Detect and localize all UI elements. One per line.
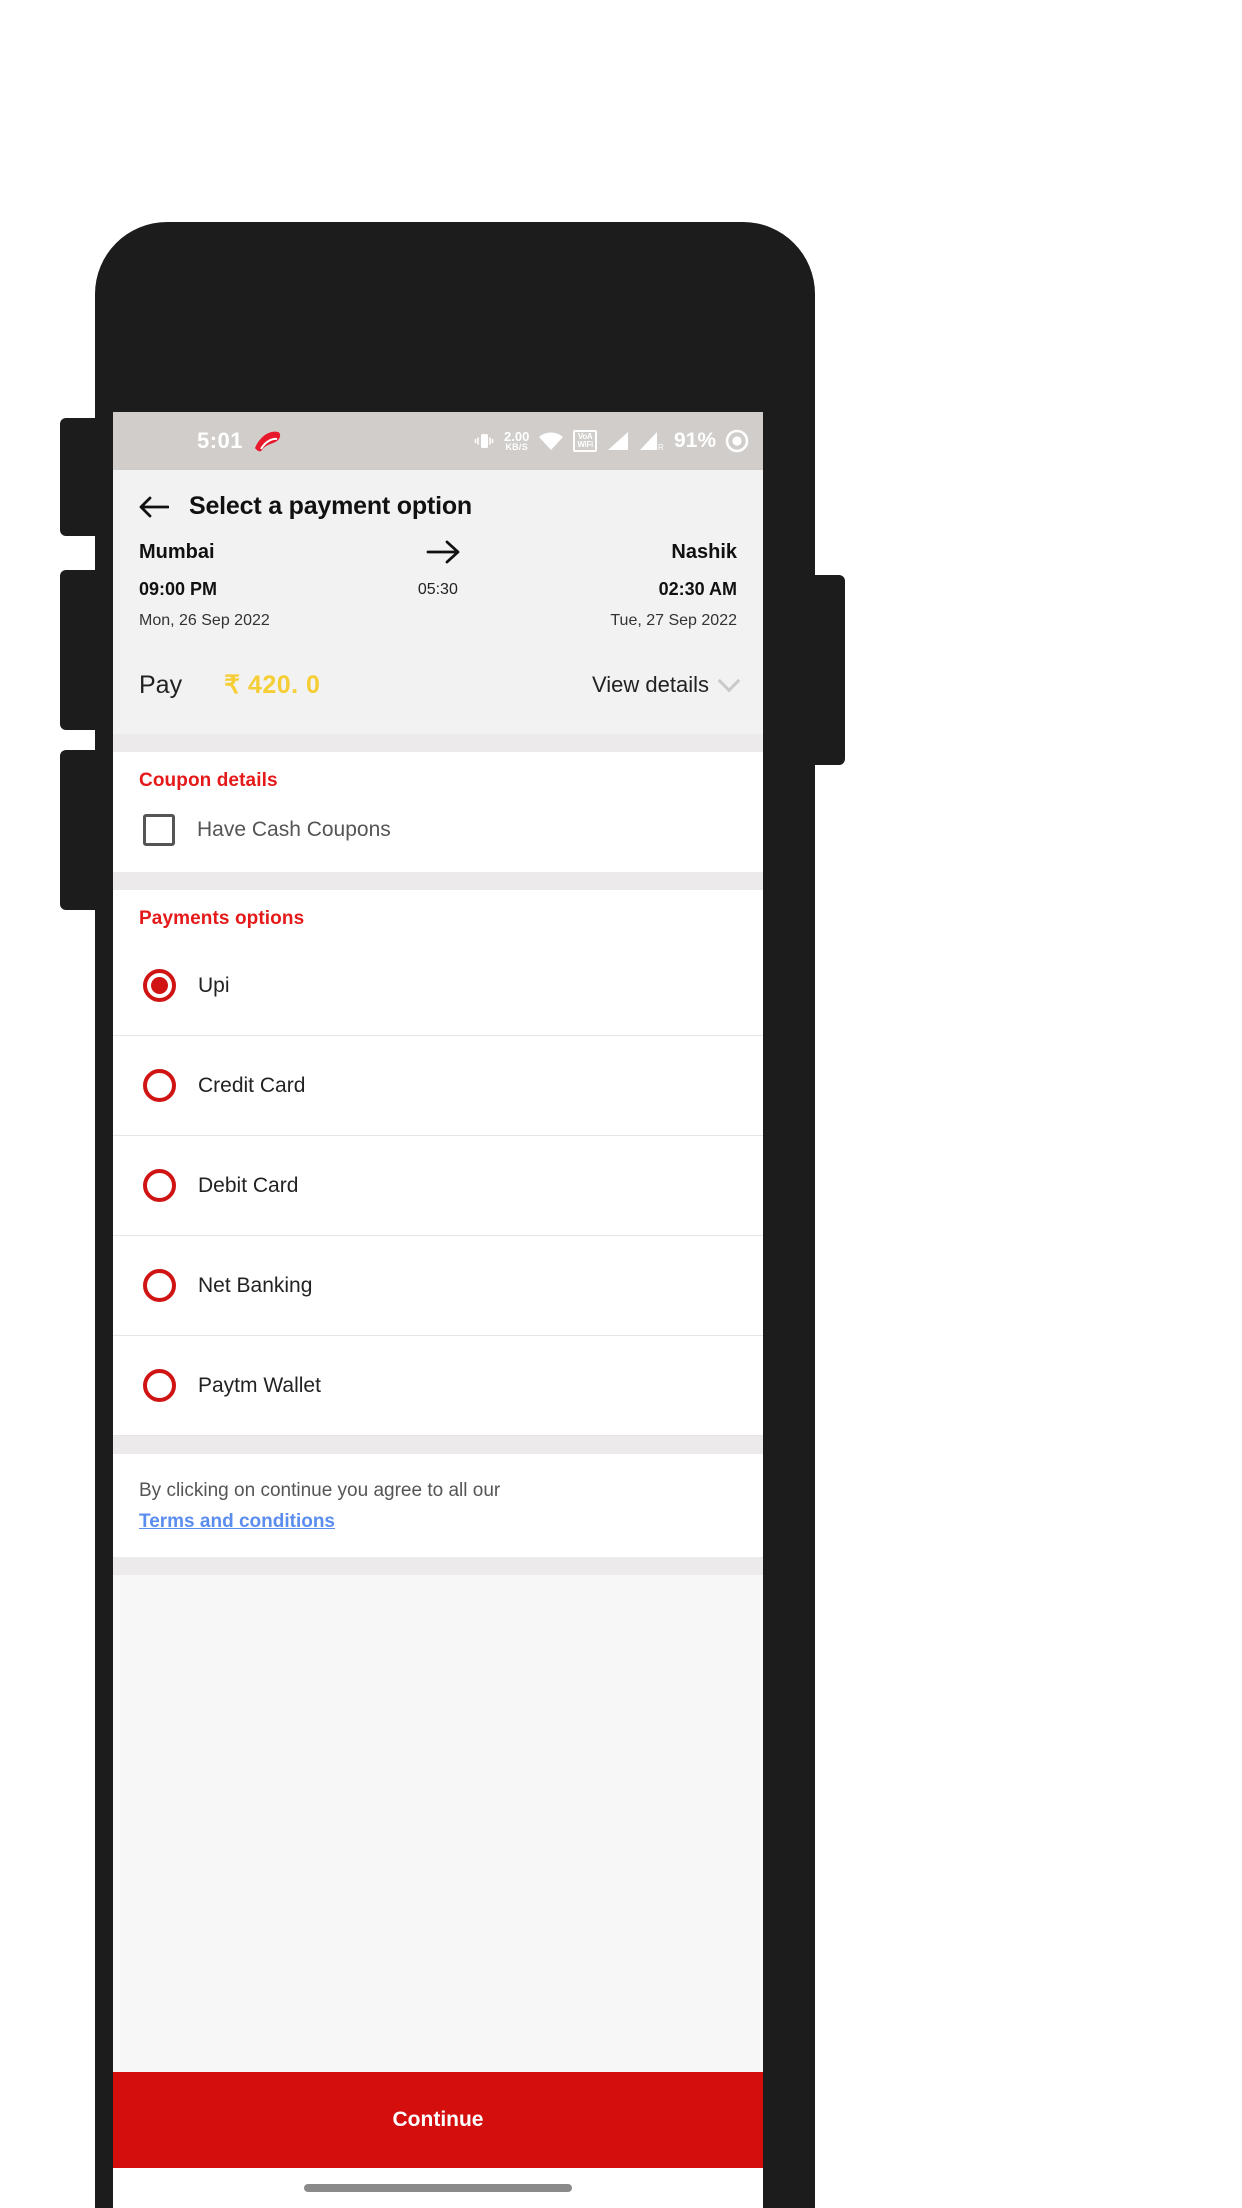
back-arrow-icon[interactable]	[139, 495, 169, 519]
radio-unselected-icon[interactable]	[143, 1069, 176, 1102]
section-divider	[113, 1436, 763, 1454]
pay-label: Pay	[139, 670, 183, 699]
status-bar-clock: 5:01	[197, 428, 244, 453]
payment-option-label: Upi	[198, 973, 230, 997]
phone-screen: 5:01 2.00 KB/S VoA WiFi R 91% Select a p…	[113, 412, 763, 2208]
payment-option-label: Paytm Wallet	[198, 1373, 321, 1397]
section-divider	[113, 1557, 763, 1576]
payments-section-title: Payments options	[139, 908, 305, 929]
journey-date-row: Mon, 26 Sep 2022 Tue, 27 Sep 2022	[139, 600, 737, 630]
journey-summary: Mumbai Nashik 09:00 PM 05:30 02:30 AM Mo…	[113, 539, 763, 640]
payments-section: Payments options Upi Credit Card Debit C…	[113, 890, 763, 1436]
payment-option-label: Net Banking	[198, 1273, 313, 1297]
pay-row: Pay ₹ 420. 0 View details	[113, 640, 763, 734]
airtel-logo-icon	[252, 428, 282, 454]
coupon-section-title: Coupon details	[139, 770, 278, 791]
view-details-button[interactable]: View details	[592, 669, 741, 698]
app-bar: Select a payment option	[113, 470, 763, 539]
radio-unselected-icon[interactable]	[143, 1369, 176, 1402]
have-cash-coupons-label: Have Cash Coupons	[197, 818, 391, 841]
phone-volume-down-button[interactable]	[60, 750, 100, 910]
vibrate-icon	[473, 430, 495, 452]
destination-time: 02:30 AM	[658, 579, 737, 599]
payment-option-paytm-wallet[interactable]: Paytm Wallet	[113, 1336, 763, 1436]
chevron-down-icon	[717, 669, 741, 693]
terms-section: By clicking on continue you agree to all…	[113, 1454, 763, 1558]
section-divider	[113, 872, 763, 890]
have-cash-coupons-row[interactable]: Have Cash Coupons	[113, 798, 763, 872]
vowifi-badge-icon: VoA WiFi	[573, 430, 597, 452]
payment-option-debit-card[interactable]: Debit Card	[113, 1136, 763, 1236]
status-bar-left: 5:01	[197, 428, 282, 454]
phone-volume-up-button[interactable]	[60, 570, 100, 730]
home-indicator[interactable]	[304, 2184, 572, 2192]
status-bar-right: 2.00 KB/S VoA WiFi R 91%	[473, 429, 749, 453]
system-navigation-bar	[113, 2168, 763, 2208]
checkbox-unchecked-icon[interactable]	[143, 814, 175, 846]
signal-bars-roaming-icon: R	[639, 431, 665, 451]
continue-button[interactable]: Continue	[113, 2072, 763, 2168]
coupon-section: Coupon details Have Cash Coupons	[113, 752, 763, 872]
wifi-icon	[538, 431, 564, 451]
origin-city: Mumbai	[139, 540, 215, 563]
phone-power-button[interactable]	[805, 575, 845, 765]
payment-option-net-banking[interactable]: Net Banking	[113, 1236, 763, 1336]
battery-percent-label: 91%	[673, 429, 716, 452]
terms-and-conditions-link[interactable]: Terms and conditions	[139, 1511, 737, 1533]
journey-time-row: 09:00 PM 05:30 02:30 AM	[139, 565, 737, 600]
destination-date: Tue, 27 Sep 2022	[610, 612, 737, 629]
page-title: Select a payment option	[189, 492, 472, 520]
radio-unselected-icon[interactable]	[143, 1169, 176, 1202]
phone-mute-button[interactable]	[60, 418, 100, 536]
radio-selected-icon[interactable]	[143, 969, 176, 1002]
radio-unselected-icon[interactable]	[143, 1269, 176, 1302]
section-divider	[113, 734, 763, 752]
destination-city: Nashik	[671, 540, 737, 563]
origin-time: 09:00 PM	[139, 579, 218, 599]
content-filler	[113, 1575, 763, 2072]
screenshot-stage: 5:01 2.00 KB/S VoA WiFi R 91% Select a p…	[0, 0, 1242, 2208]
svg-text:R: R	[658, 443, 664, 451]
terms-text: By clicking on continue you agree to all…	[139, 1480, 501, 1501]
battery-circle-icon	[725, 429, 749, 453]
status-bar: 5:01 2.00 KB/S VoA WiFi R 91%	[113, 412, 763, 470]
journey-duration: 05:30	[417, 580, 458, 598]
signal-bars-icon	[606, 431, 630, 451]
origin-date: Mon, 26 Sep 2022	[139, 612, 270, 629]
arrow-right-icon	[215, 539, 672, 565]
data-rate-indicator: 2.00 KB/S	[504, 428, 530, 452]
payment-option-credit-card[interactable]: Credit Card	[113, 1036, 763, 1136]
pay-amount: ₹ 420. 0	[224, 671, 321, 699]
payment-option-label: Debit Card	[198, 1173, 299, 1197]
payment-option-upi[interactable]: Upi	[113, 936, 763, 1036]
journey-city-row: Mumbai Nashik	[139, 539, 737, 565]
view-details-label: View details	[592, 672, 709, 697]
payment-option-label: Credit Card	[198, 1073, 306, 1097]
